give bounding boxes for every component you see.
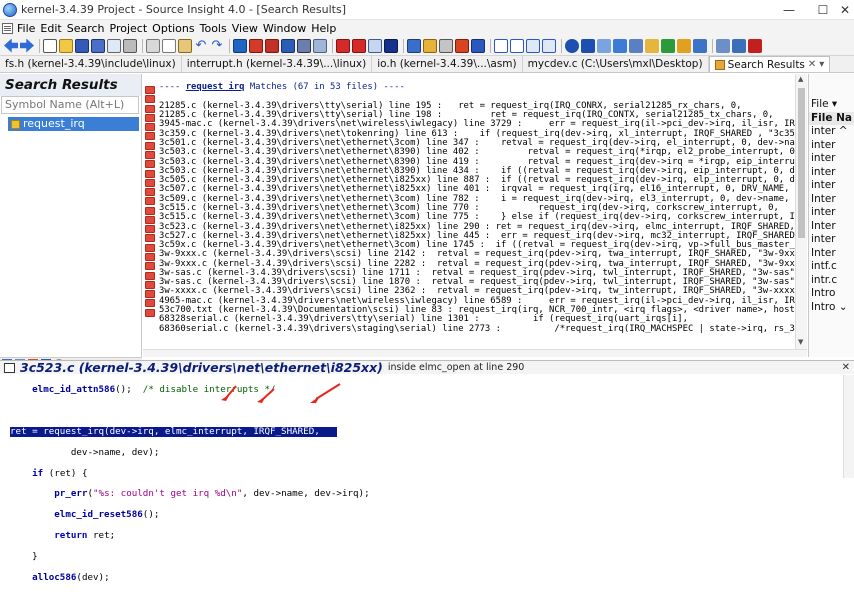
code-call: alloc586	[32, 571, 77, 583]
code-text: , dev->name, dev->irq);	[242, 488, 370, 500]
code-text: }	[32, 550, 38, 562]
code-text: ();	[142, 509, 160, 521]
code-string: "%s: couldn't get irq %d\n"	[93, 488, 243, 500]
code-call: pr_err	[54, 488, 88, 500]
annotation-arrow	[315, 383, 341, 400]
code-call: elmc_id_reset586	[54, 509, 143, 521]
code-text: ret;	[87, 530, 116, 542]
code-keyword: return	[54, 530, 88, 542]
annotation-arrowhead	[257, 396, 266, 403]
code-text: (dev);	[76, 571, 110, 583]
annotation-overlay	[221, 383, 341, 403]
annotation-arrowhead	[221, 394, 230, 401]
